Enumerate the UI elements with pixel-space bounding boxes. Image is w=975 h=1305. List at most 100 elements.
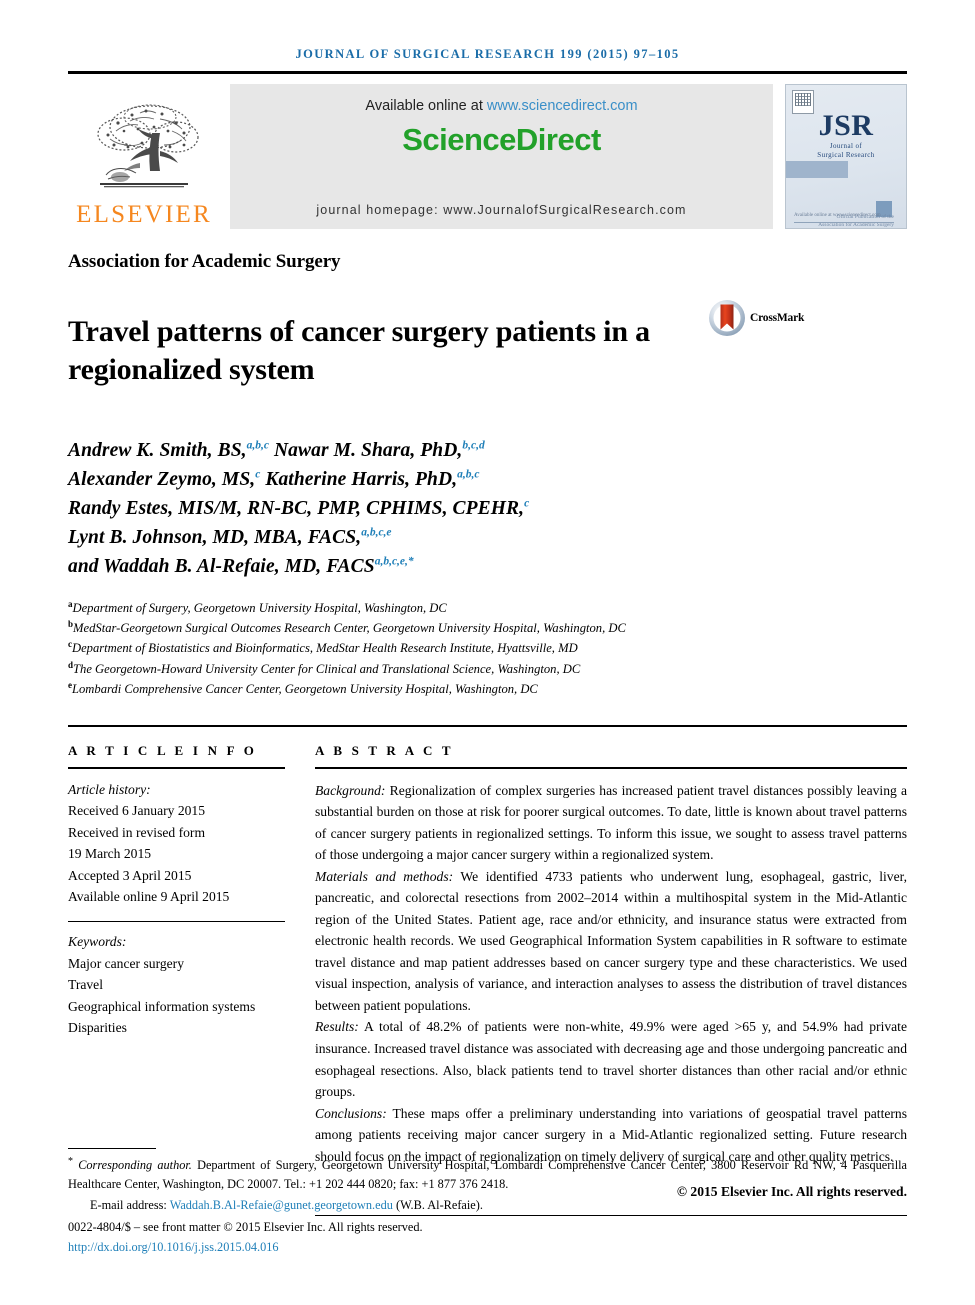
- keyword-item[interactable]: Disparities: [68, 1017, 285, 1038]
- abstract-body: Background: Regionalization of complex s…: [315, 769, 907, 1203]
- affiliation-list: aDepartment of Surgery, Georgetown Unive…: [68, 598, 907, 700]
- author-affil-marks[interactable]: c: [255, 469, 260, 481]
- author-name: and Waddah B. Al-Refaie, MD, FACS: [68, 555, 375, 577]
- abstract-section-text: We identified 4733 patients who underwen…: [315, 868, 907, 1013]
- author-entry: Katherine Harris, PhD,a,b,c: [265, 469, 479, 490]
- author-name: Alexander Zeymo, MS,: [68, 469, 256, 491]
- email-suffix: (W.B. Al-Refaie).: [395, 1198, 483, 1213]
- abstract-heading: A B S T R A C T: [315, 742, 454, 758]
- info-abstract-top-rule: [68, 724, 907, 727]
- abstract-section: Results: A total of 48.2% of patients we…: [315, 1016, 907, 1102]
- abstract-section: Background: Regionalization of complex s…: [315, 780, 907, 866]
- abstract-section-label: Materials and methods:: [315, 868, 454, 884]
- email-label: E-mail address:: [90, 1198, 167, 1213]
- title-row: Travel patterns of cancer surgery patien…: [68, 293, 907, 409]
- affiliation-text: Department of Surgery, Georgetown Univer…: [72, 600, 447, 615]
- author-entry: Andrew K. Smith, BS,a,b,c: [68, 440, 269, 461]
- keywords-divider: [68, 921, 285, 923]
- author-entry: Nawar M. Shara, PhD,b,c,d: [274, 440, 485, 461]
- abstract-section-text: A total of 48.2% of patients were non-wh…: [315, 1019, 907, 1100]
- author-entry: Lynt B. Johnson, MD, MBA, FACS,a,b,c,e: [68, 527, 392, 548]
- abstract-section-label: Background:: [315, 782, 386, 798]
- sciencedirect-logo: ScienceDirect: [402, 122, 601, 157]
- keywords-block: Keywords: Major cancer surgery Travel Ge…: [68, 931, 285, 1038]
- cover-foot-note: Available online at www.sciencedirect.co…: [794, 213, 881, 218]
- society-line: Association for Academic Surgery: [68, 251, 341, 272]
- corresponding-author-note: * Corresponding author. Department of Su…: [68, 1156, 907, 1194]
- keyword-item[interactable]: Geographical information systems: [68, 996, 285, 1017]
- sciencedirect-link[interactable]: www.sciencedirect.com: [487, 98, 638, 114]
- history-item: Received in revised form: [68, 824, 206, 840]
- cover-sub1: Journal of: [829, 142, 863, 150]
- author-affil-marks[interactable]: a,b,c,e: [361, 526, 391, 539]
- corresponding-author-text: Department of Surgery, Georgetown Univer…: [68, 1158, 907, 1192]
- running-head: JOURNAL OF SURGICAL RESEARCH 199 (2015) …: [295, 47, 680, 61]
- sciencedirect-banner: Available online at www.sciencedirect.co…: [230, 84, 773, 229]
- affiliation-item: dThe Georgetown-Howard University Center…: [68, 659, 907, 679]
- article-page: JOURNAL OF SURGICAL RESEARCH 199 (2015) …: [0, 0, 975, 1305]
- author-affil-marks[interactable]: b,c,d: [462, 440, 484, 452]
- available-online-line: Available online at www.sciencedirect.co…: [365, 98, 637, 114]
- email-link[interactable]: Waddah.B.Al-Refaie@gunet.georgetown.edu: [170, 1198, 393, 1212]
- elsevier-tree-icon: [97, 104, 199, 188]
- affiliation-text: The Georgetown-Howard University Center …: [73, 661, 581, 676]
- author-entry: Randy Estes, MIS/M, RN-BC, PMP, CPHIMS, …: [68, 498, 529, 519]
- abstract-section-text: Regionalization of complex surgeries has…: [315, 782, 907, 863]
- crossmark-label: CrossMark: [750, 312, 805, 324]
- header-rule: [68, 71, 907, 74]
- author-entry: and Waddah B. Al-Refaie, MD, FACSa,b,c,e…: [68, 556, 414, 577]
- history-item: Received 6 January 2015: [68, 803, 206, 819]
- history-item: 19 March 2015: [68, 846, 152, 862]
- history-item: Accepted 3 April 2015: [68, 867, 192, 883]
- elsevier-logo: ELSEVIER: [68, 84, 220, 229]
- affiliation-item: aDepartment of Surgery, Georgetown Unive…: [68, 598, 907, 618]
- abstract-section: Materials and methods: We identified 473…: [315, 866, 907, 1017]
- cover-title: JSR Journal of Surgical Research: [786, 109, 906, 160]
- asterisk-mark: *: [68, 1155, 73, 1167]
- cover-foot-rule: [794, 222, 894, 223]
- author-name: Andrew K. Smith, BS,: [68, 440, 247, 462]
- article-info-column: A R T I C L E I N F O Article history: R…: [68, 743, 315, 1216]
- article-history-block: Article history: Received 6 January 2015…: [68, 769, 285, 908]
- crossmark-badge[interactable]: CrossMark: [708, 299, 804, 337]
- crossmark-icon: [709, 300, 745, 336]
- keyword-item[interactable]: Major cancer surgery: [68, 953, 285, 974]
- info-abstract-grid: A R T I C L E I N F O Article history: R…: [68, 743, 907, 1216]
- email-note: E-mail address: Waddah.B.Al-Refaie@gunet…: [68, 1196, 907, 1215]
- author-name: Katherine Harris, PhD,: [265, 469, 458, 491]
- abstract-column: A B S T R A C T Background: Regionalizat…: [315, 743, 907, 1216]
- author-affil-marks[interactable]: a,b,c: [457, 469, 479, 481]
- cover-accent-bar-left: [786, 161, 848, 178]
- abstract-section-label: Results:: [315, 1019, 359, 1035]
- doi-link[interactable]: http://dx.doi.org/10.1016/j.jss.2015.04.…: [68, 1240, 279, 1254]
- author-affil-marks[interactable]: a,b,c: [247, 440, 269, 452]
- affiliation-text: Department of Biostatistics and Bioinfor…: [72, 641, 578, 656]
- author-name: Randy Estes, MIS/M, RN-BC, PMP, CPHIMS, …: [68, 498, 525, 520]
- author-list: Andrew K. Smith, BS,a,b,c Nawar M. Shara…: [68, 437, 907, 581]
- affiliation-text: Lombardi Comprehensive Cancer Center, Ge…: [72, 682, 538, 697]
- affiliation-item: eLombardi Comprehensive Cancer Center, G…: [68, 679, 907, 699]
- page-title: Travel patterns of cancer surgery patien…: [68, 315, 650, 387]
- author-name: Nawar M. Shara, PhD,: [274, 440, 463, 462]
- article-info-heading: A R T I C L E I N F O: [68, 742, 258, 758]
- masthead: ELSEVIER Available online at www.science…: [68, 84, 907, 229]
- cover-sub2: Surgical Research: [817, 151, 875, 159]
- corresponding-author-label: Corresponding author.: [78, 1158, 192, 1172]
- author-affil-marks[interactable]: a,b,c,e,*: [375, 555, 414, 568]
- journal-cover-thumbnail: JSR Journal of Surgical Research Officia…: [785, 84, 907, 229]
- article-history-label: Article history:: [68, 781, 151, 797]
- footnote-block: * Corresponding author. Department of Su…: [68, 1148, 907, 1257]
- author-entry: Alexander Zeymo, MS,c: [68, 469, 260, 490]
- doi-note: http://dx.doi.org/10.1016/j.jss.2015.04.…: [68, 1238, 907, 1257]
- author-affil-marks[interactable]: c: [524, 498, 529, 510]
- affiliation-item: cDepartment of Biostatistics and Bioinfo…: [68, 638, 907, 658]
- abstract-section-label: Conclusions:: [315, 1105, 387, 1121]
- keyword-item[interactable]: Travel: [68, 974, 285, 995]
- author-name: Lynt B. Johnson, MD, MBA, FACS,: [68, 526, 362, 548]
- history-item: Available online 9 April 2015: [68, 888, 230, 904]
- affiliation-item: bMedStar-Georgetown Surgical Outcomes Re…: [68, 618, 907, 638]
- front-matter-note: 0022-4804/$ – see front matter © 2015 El…: [68, 1220, 423, 1235]
- cover-abbrev: JSR: [818, 109, 874, 142]
- journal-homepage-line: journal homepage: www.JournalofSurgicalR…: [316, 203, 687, 217]
- footnote-rule: [68, 1148, 156, 1149]
